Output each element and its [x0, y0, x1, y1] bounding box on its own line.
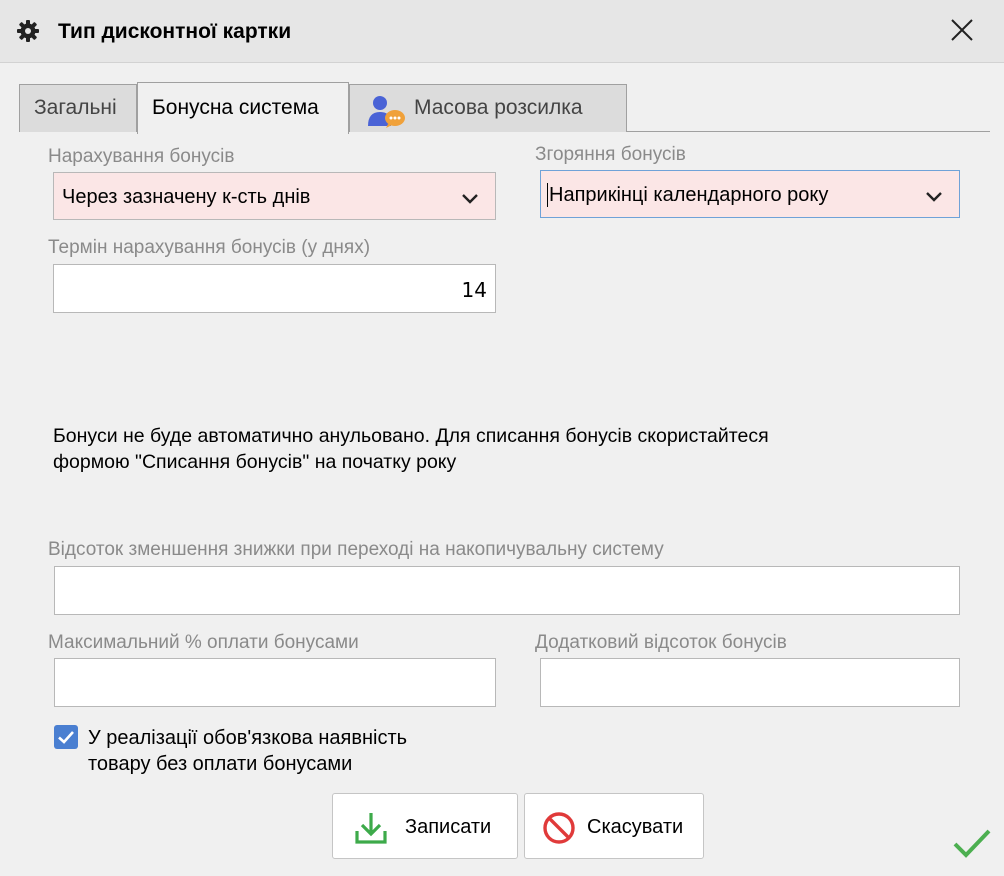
accrual-term-label: Термін нарахування бонусів (у днях) [48, 237, 371, 258]
text-cursor [547, 183, 548, 207]
burn-value: Наприкінці календарного року [549, 184, 829, 206]
chevron-down-icon [926, 192, 942, 202]
cancel-button-label: Скасувати [587, 816, 684, 838]
accrual-label: Нарахування бонусів [48, 146, 235, 167]
extra-percent-input[interactable] [540, 658, 960, 707]
mandatory-goods-checkbox[interactable] [54, 725, 78, 749]
burn-select[interactable]: Наприкінці календарного року [540, 170, 960, 218]
tab-mass-mailing-label: Масова розсилка [414, 96, 583, 119]
gear-icon [17, 20, 39, 42]
accrual-value: Через зазначену к-сть днів [62, 186, 311, 208]
title-bar: Тип дисконтної картки [0, 0, 1004, 63]
accrual-select[interactable]: Через зазначену к-сть днів [53, 172, 496, 220]
max-payment-input[interactable] [54, 658, 496, 707]
mandatory-goods-label[interactable]: У реалізації обов'язкова наявність товар… [88, 725, 407, 777]
discount-reduction-label: Відсоток зменшення знижки при переході н… [48, 539, 664, 560]
save-button-label: Записати [405, 816, 492, 838]
accrual-term-value: 14 [461, 278, 487, 302]
tab-general[interactable]: Загальні [19, 84, 137, 132]
window-title: Тип дисконтної картки [58, 20, 292, 43]
cancel-icon [543, 812, 575, 844]
discount-reduction-input[interactable] [54, 566, 960, 615]
burn-label: Згоряння бонусів [535, 144, 686, 165]
tab-bonus-system-label: Бонусна система [152, 96, 319, 119]
tab-general-label: Загальні [34, 96, 117, 119]
max-payment-label: Максимальний % оплати бонусами [48, 632, 359, 653]
download-icon [355, 813, 387, 844]
accrual-term-input[interactable]: 14 [53, 264, 496, 313]
checkmark-icon [58, 731, 74, 744]
mandatory-goods-line-2: товару без оплати бонусами [88, 753, 353, 775]
mandatory-goods-line-1: У реалізації обов'язкова наявність [88, 727, 408, 749]
tab-mass-mailing[interactable]: Масова розсилка [349, 84, 627, 132]
info-line-2: формою "Списання бонусів" на початку рок… [53, 451, 457, 473]
save-button[interactable]: Записати [332, 793, 518, 859]
info-line-1: Бонуси не буде автоматично анульовано. Д… [53, 425, 769, 447]
tab-bonus-system[interactable]: Бонусна система [137, 82, 349, 134]
chevron-down-icon [462, 194, 478, 204]
checkmark-icon [953, 829, 991, 858]
user-chat-icon [368, 96, 405, 128]
close-icon[interactable] [946, 14, 978, 46]
info-message: Бонуси не буде автоматично анульовано. Д… [53, 423, 933, 475]
extra-percent-label: Додатковий відсоток бонусів [535, 632, 787, 653]
cancel-button[interactable]: Скасувати [524, 793, 704, 859]
